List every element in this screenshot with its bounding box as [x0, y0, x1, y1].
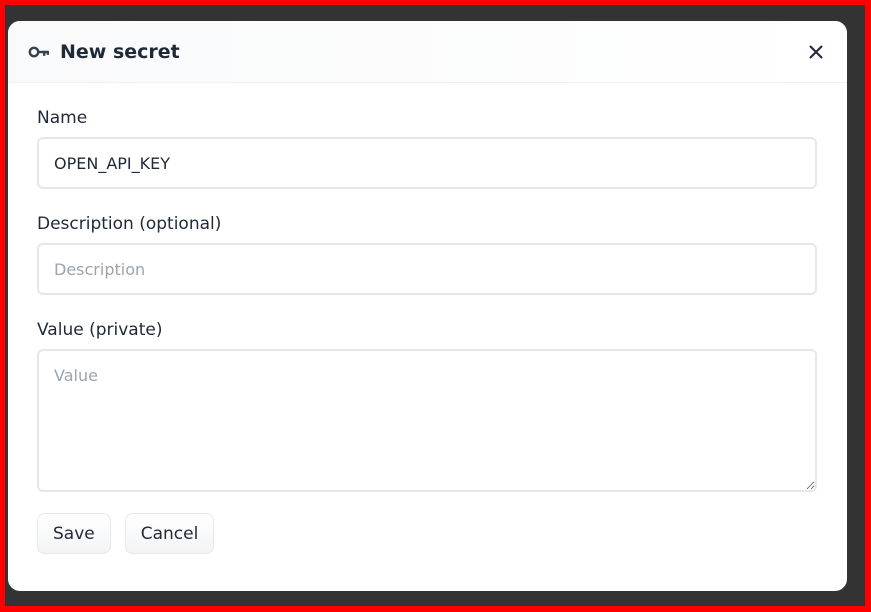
new-secret-dialog: New secret Name Description (optional) V… [8, 21, 847, 591]
value-textarea[interactable] [37, 349, 817, 492]
dialog-body: Name Description (optional) Value (priva… [8, 108, 847, 554]
description-input[interactable] [37, 243, 817, 295]
key-icon [28, 45, 50, 59]
close-button[interactable] [805, 41, 827, 63]
dialog-actions: Save Cancel [37, 513, 818, 554]
save-button[interactable]: Save [37, 513, 111, 554]
name-input[interactable] [37, 137, 817, 189]
value-label: Value (private) [37, 320, 163, 340]
dialog-title: New secret [60, 40, 180, 63]
name-label: Name [37, 108, 88, 128]
cancel-button[interactable]: Cancel [124, 513, 215, 554]
description-label: Description (optional) [37, 214, 222, 234]
close-icon [809, 45, 823, 59]
dialog-header: New secret [8, 21, 847, 83]
